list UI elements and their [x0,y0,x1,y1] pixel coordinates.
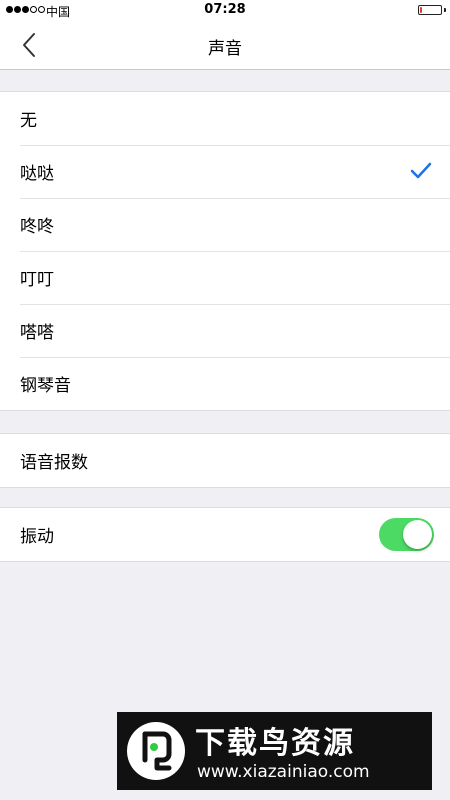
sound-option-dada[interactable]: 哒哒 [0,145,450,198]
checkmark-icon [410,162,432,179]
battery-level [420,7,422,13]
screen: 中国 07:28 声音 无 哒哒 咚咚 叮叮 嗒嗒 钢琴音 语音报数 振动 下载… [0,0,450,800]
page-title: 声音 [208,39,242,59]
vibration-row: 振动 [0,508,450,561]
status-time: 07:28 [204,2,246,17]
sound-option-label: 叮叮 [20,270,54,290]
nav-bar: 声音 [0,22,450,70]
sound-option-label: 咚咚 [20,217,54,237]
toggle-knob [403,520,432,549]
voice-count-label: 语音报数 [20,453,88,473]
status-bar: 中国 07:28 [0,0,450,22]
bird-logo-icon [127,722,185,780]
sound-option-label: 嗒嗒 [20,323,54,343]
watermark-title: 下载鸟资源 [195,726,355,761]
watermark-banner: 下载鸟资源 www.xiazainiao.com [117,712,432,790]
sound-option-tata[interactable]: 嗒嗒 [0,304,450,357]
sound-option-none[interactable]: 无 [0,92,450,145]
watermark-url: www.xiazainiao.com [197,762,370,782]
sound-option-piano[interactable]: 钢琴音 [0,357,450,410]
voice-count-row[interactable]: 语音报数 [0,434,450,487]
vibration-toggle[interactable] [379,518,434,551]
sound-options-group: 无 哒哒 咚咚 叮叮 嗒嗒 钢琴音 [0,91,450,411]
sound-option-dongdong[interactable]: 咚咚 [0,198,450,251]
battery-tip [444,8,446,12]
sound-option-label: 钢琴音 [20,376,71,396]
voice-count-group: 语音报数 [0,433,450,488]
sound-option-dingding[interactable]: 叮叮 [0,251,450,304]
vibration-label: 振动 [20,527,54,547]
sound-option-label: 哒哒 [20,164,54,184]
battery-icon [418,5,442,15]
sound-option-label: 无 [20,111,37,131]
vibration-group: 振动 [0,507,450,562]
